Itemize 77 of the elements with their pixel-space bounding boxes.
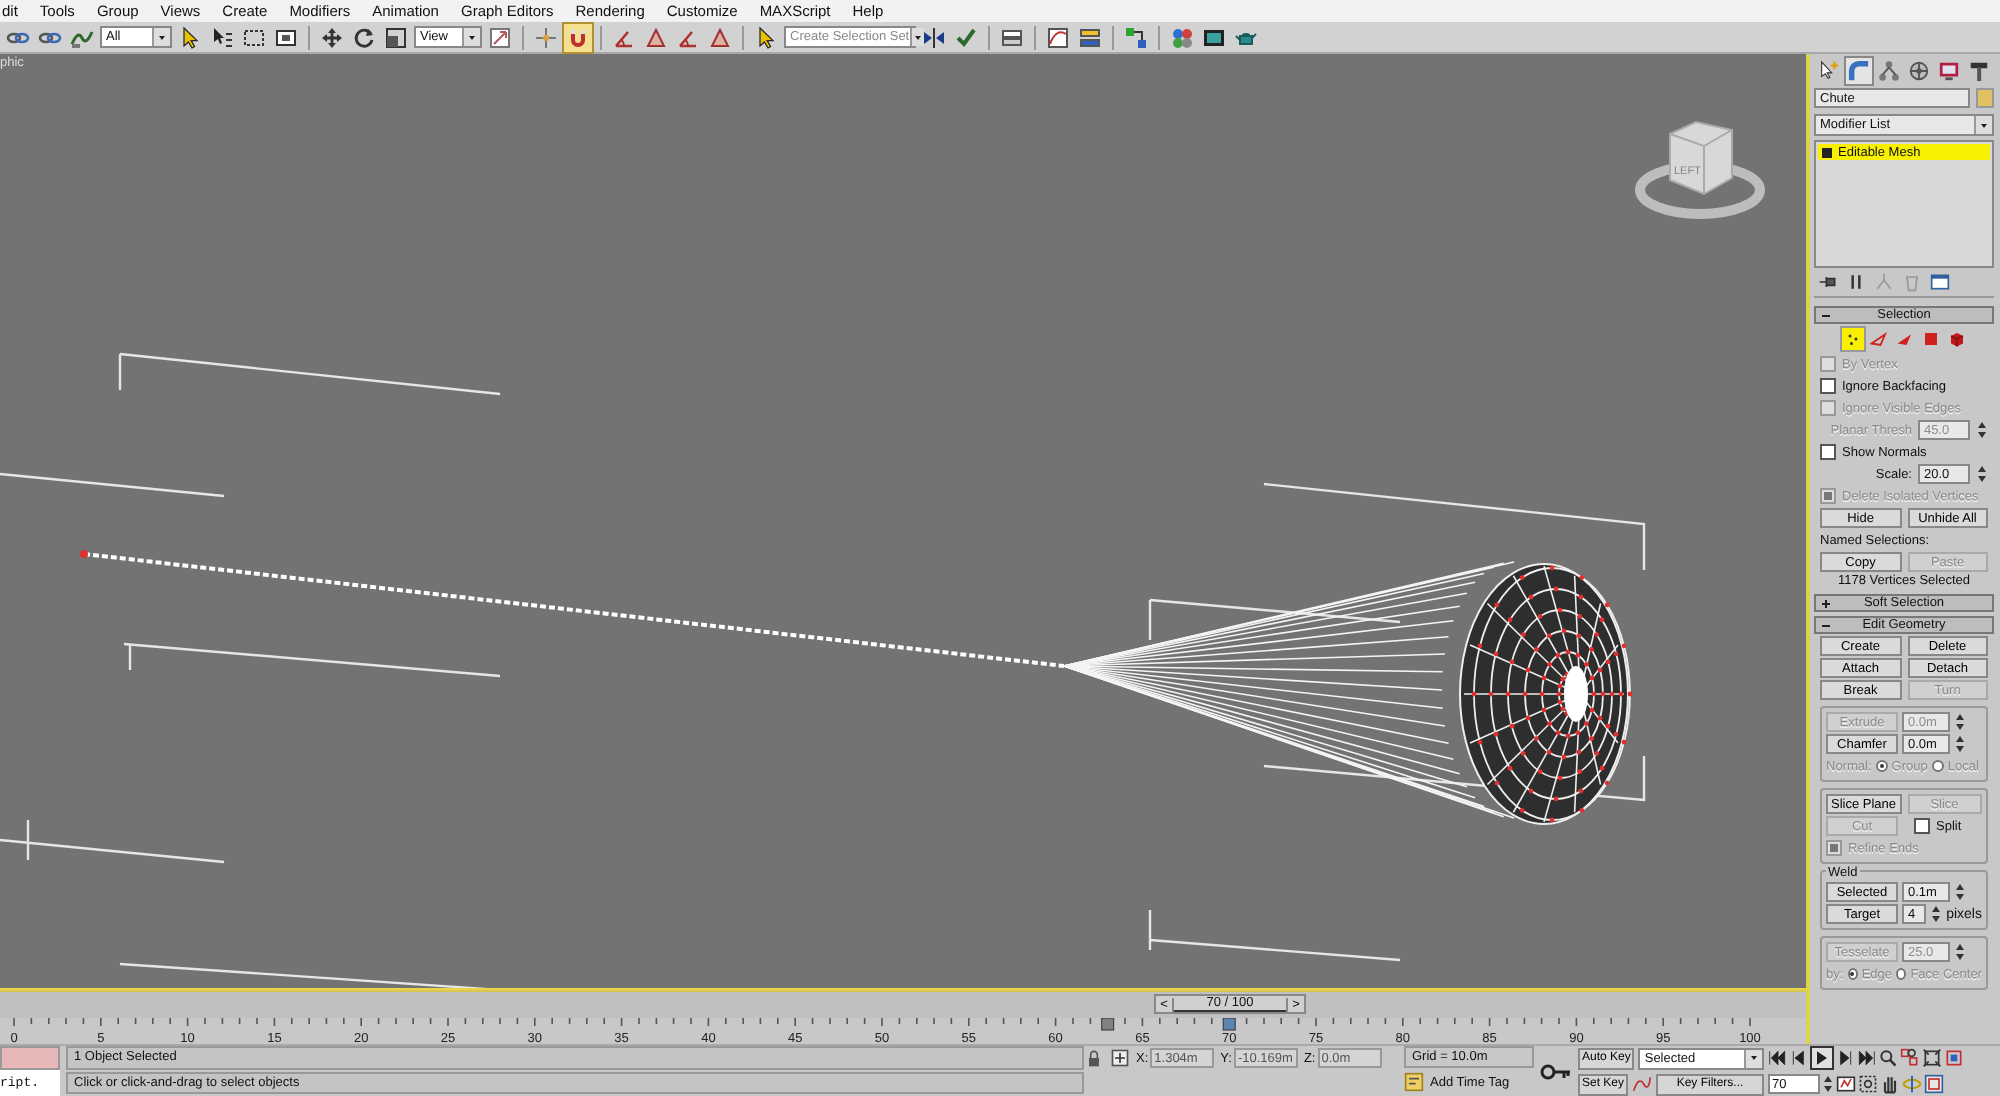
- render-window-icon[interactable]: [1202, 25, 1226, 49]
- pivot-icon[interactable]: [488, 25, 512, 49]
- layers-icon[interactable]: [1000, 25, 1024, 49]
- view-cube-drawing[interactable]: [1635, 120, 1765, 219]
- triangle-icon[interactable]: [708, 25, 732, 49]
- hand-icon[interactable]: [1880, 1074, 1900, 1094]
- mirror-icon[interactable]: [922, 25, 946, 49]
- dropdown-arrow-icon: [911, 31, 924, 43]
- zoom-all-icon[interactable]: [1900, 1048, 1920, 1068]
- region-zoom-icon[interactable]: [1858, 1074, 1878, 1094]
- next-frame-icon[interactable]: [1834, 1048, 1854, 1068]
- rotate-icon[interactable]: [352, 25, 376, 49]
- spinner-icon[interactable]: [1954, 882, 1966, 902]
- lock-icon[interactable]: [1084, 1048, 1104, 1068]
- orbit-icon[interactable]: [1902, 1074, 1922, 1094]
- checkmark-icon[interactable]: [954, 25, 978, 49]
- move-icon[interactable]: [320, 25, 344, 49]
- listener-field[interactable]: [0, 1046, 60, 1070]
- spinner-icon[interactable]: [1930, 904, 1943, 924]
- dropdown-arrow-icon: [156, 31, 168, 43]
- go-to-start-icon[interactable]: [1768, 1048, 1788, 1068]
- bars-icon[interactable]: [1078, 25, 1102, 49]
- element-icon: [1947, 330, 1965, 348]
- pointer-icon[interactable]: [754, 25, 778, 49]
- element-level-button[interactable]: [1945, 328, 1967, 350]
- wheel-icon: [1908, 59, 1930, 81]
- spinner-icon[interactable]: [1954, 734, 1966, 754]
- dropdown-arrow-icon: [1978, 119, 1990, 131]
- magnet-icon[interactable]: [566, 25, 590, 49]
- zoom-extents-all-icon[interactable]: [1944, 1048, 1964, 1068]
- minus-icon: [1820, 309, 1832, 321]
- create-icon: [1818, 59, 1840, 81]
- polygon-level-button[interactable]: [1919, 328, 1941, 350]
- key-icon[interactable]: [1538, 1059, 1574, 1083]
- panel-tab[interactable]: [1874, 55, 1904, 85]
- key-curve-icon[interactable]: [1632, 1074, 1653, 1094]
- triangle-icon[interactable]: [644, 25, 668, 49]
- polygon-icon: [1921, 330, 1939, 348]
- monitor-icon: [1938, 59, 1960, 81]
- region-select-icon[interactable]: [242, 25, 266, 49]
- spinner-icon[interactable]: [1976, 420, 1988, 440]
- vertex-level-button[interactable]: [1841, 328, 1863, 350]
- select-by-name-icon[interactable]: [210, 25, 234, 49]
- crosshair-icon[interactable]: [534, 25, 558, 49]
- color-swatch[interactable]: [1976, 88, 1994, 108]
- pin-icon[interactable]: [1818, 272, 1838, 292]
- previous-frame-icon[interactable]: [1790, 1048, 1810, 1068]
- checkbox[interactable]: [1820, 378, 1836, 394]
- absolute-mode-icon[interactable]: [1110, 1048, 1130, 1068]
- plus-icon: [1820, 597, 1832, 609]
- zoom-extents-icon[interactable]: [1922, 1048, 1942, 1068]
- pointer-icon[interactable]: [178, 25, 202, 49]
- double-bar-icon[interactable]: [1846, 272, 1866, 292]
- dropdown-arrow-icon: [1748, 1052, 1760, 1064]
- face-icon: [1895, 330, 1913, 348]
- material-spheres-icon[interactable]: [1170, 25, 1194, 49]
- scale-icon[interactable]: [384, 25, 408, 49]
- time-tag-icon[interactable]: [1404, 1072, 1424, 1092]
- hierarchy-icon: [1878, 59, 1900, 81]
- time-configuration-icon[interactable]: [1836, 1074, 1856, 1094]
- spinner-icon[interactable]: [1976, 464, 1988, 484]
- window-config-icon[interactable]: [1930, 272, 1950, 292]
- maximize-viewport-icon[interactable]: [1924, 1074, 1944, 1094]
- vertex-icon: [1843, 330, 1861, 348]
- edge-icon: [1869, 330, 1887, 348]
- hammer-icon: [1968, 59, 1990, 81]
- window-icon[interactable]: [274, 25, 298, 49]
- checkbox[interactable]: [1820, 444, 1836, 460]
- go-to-end-icon[interactable]: [1856, 1048, 1876, 1068]
- pipe-icon: [1848, 59, 1870, 81]
- curve-editor-icon[interactable]: [1046, 25, 1070, 49]
- minus-icon: [1820, 619, 1832, 631]
- zoom-icon[interactable]: [1878, 1048, 1898, 1068]
- spinner-icon[interactable]: [1954, 942, 1966, 962]
- schematic-icon[interactable]: [1124, 25, 1148, 49]
- spinner-icon[interactable]: [1954, 712, 1966, 732]
- dropdown-arrow-icon: [466, 31, 478, 43]
